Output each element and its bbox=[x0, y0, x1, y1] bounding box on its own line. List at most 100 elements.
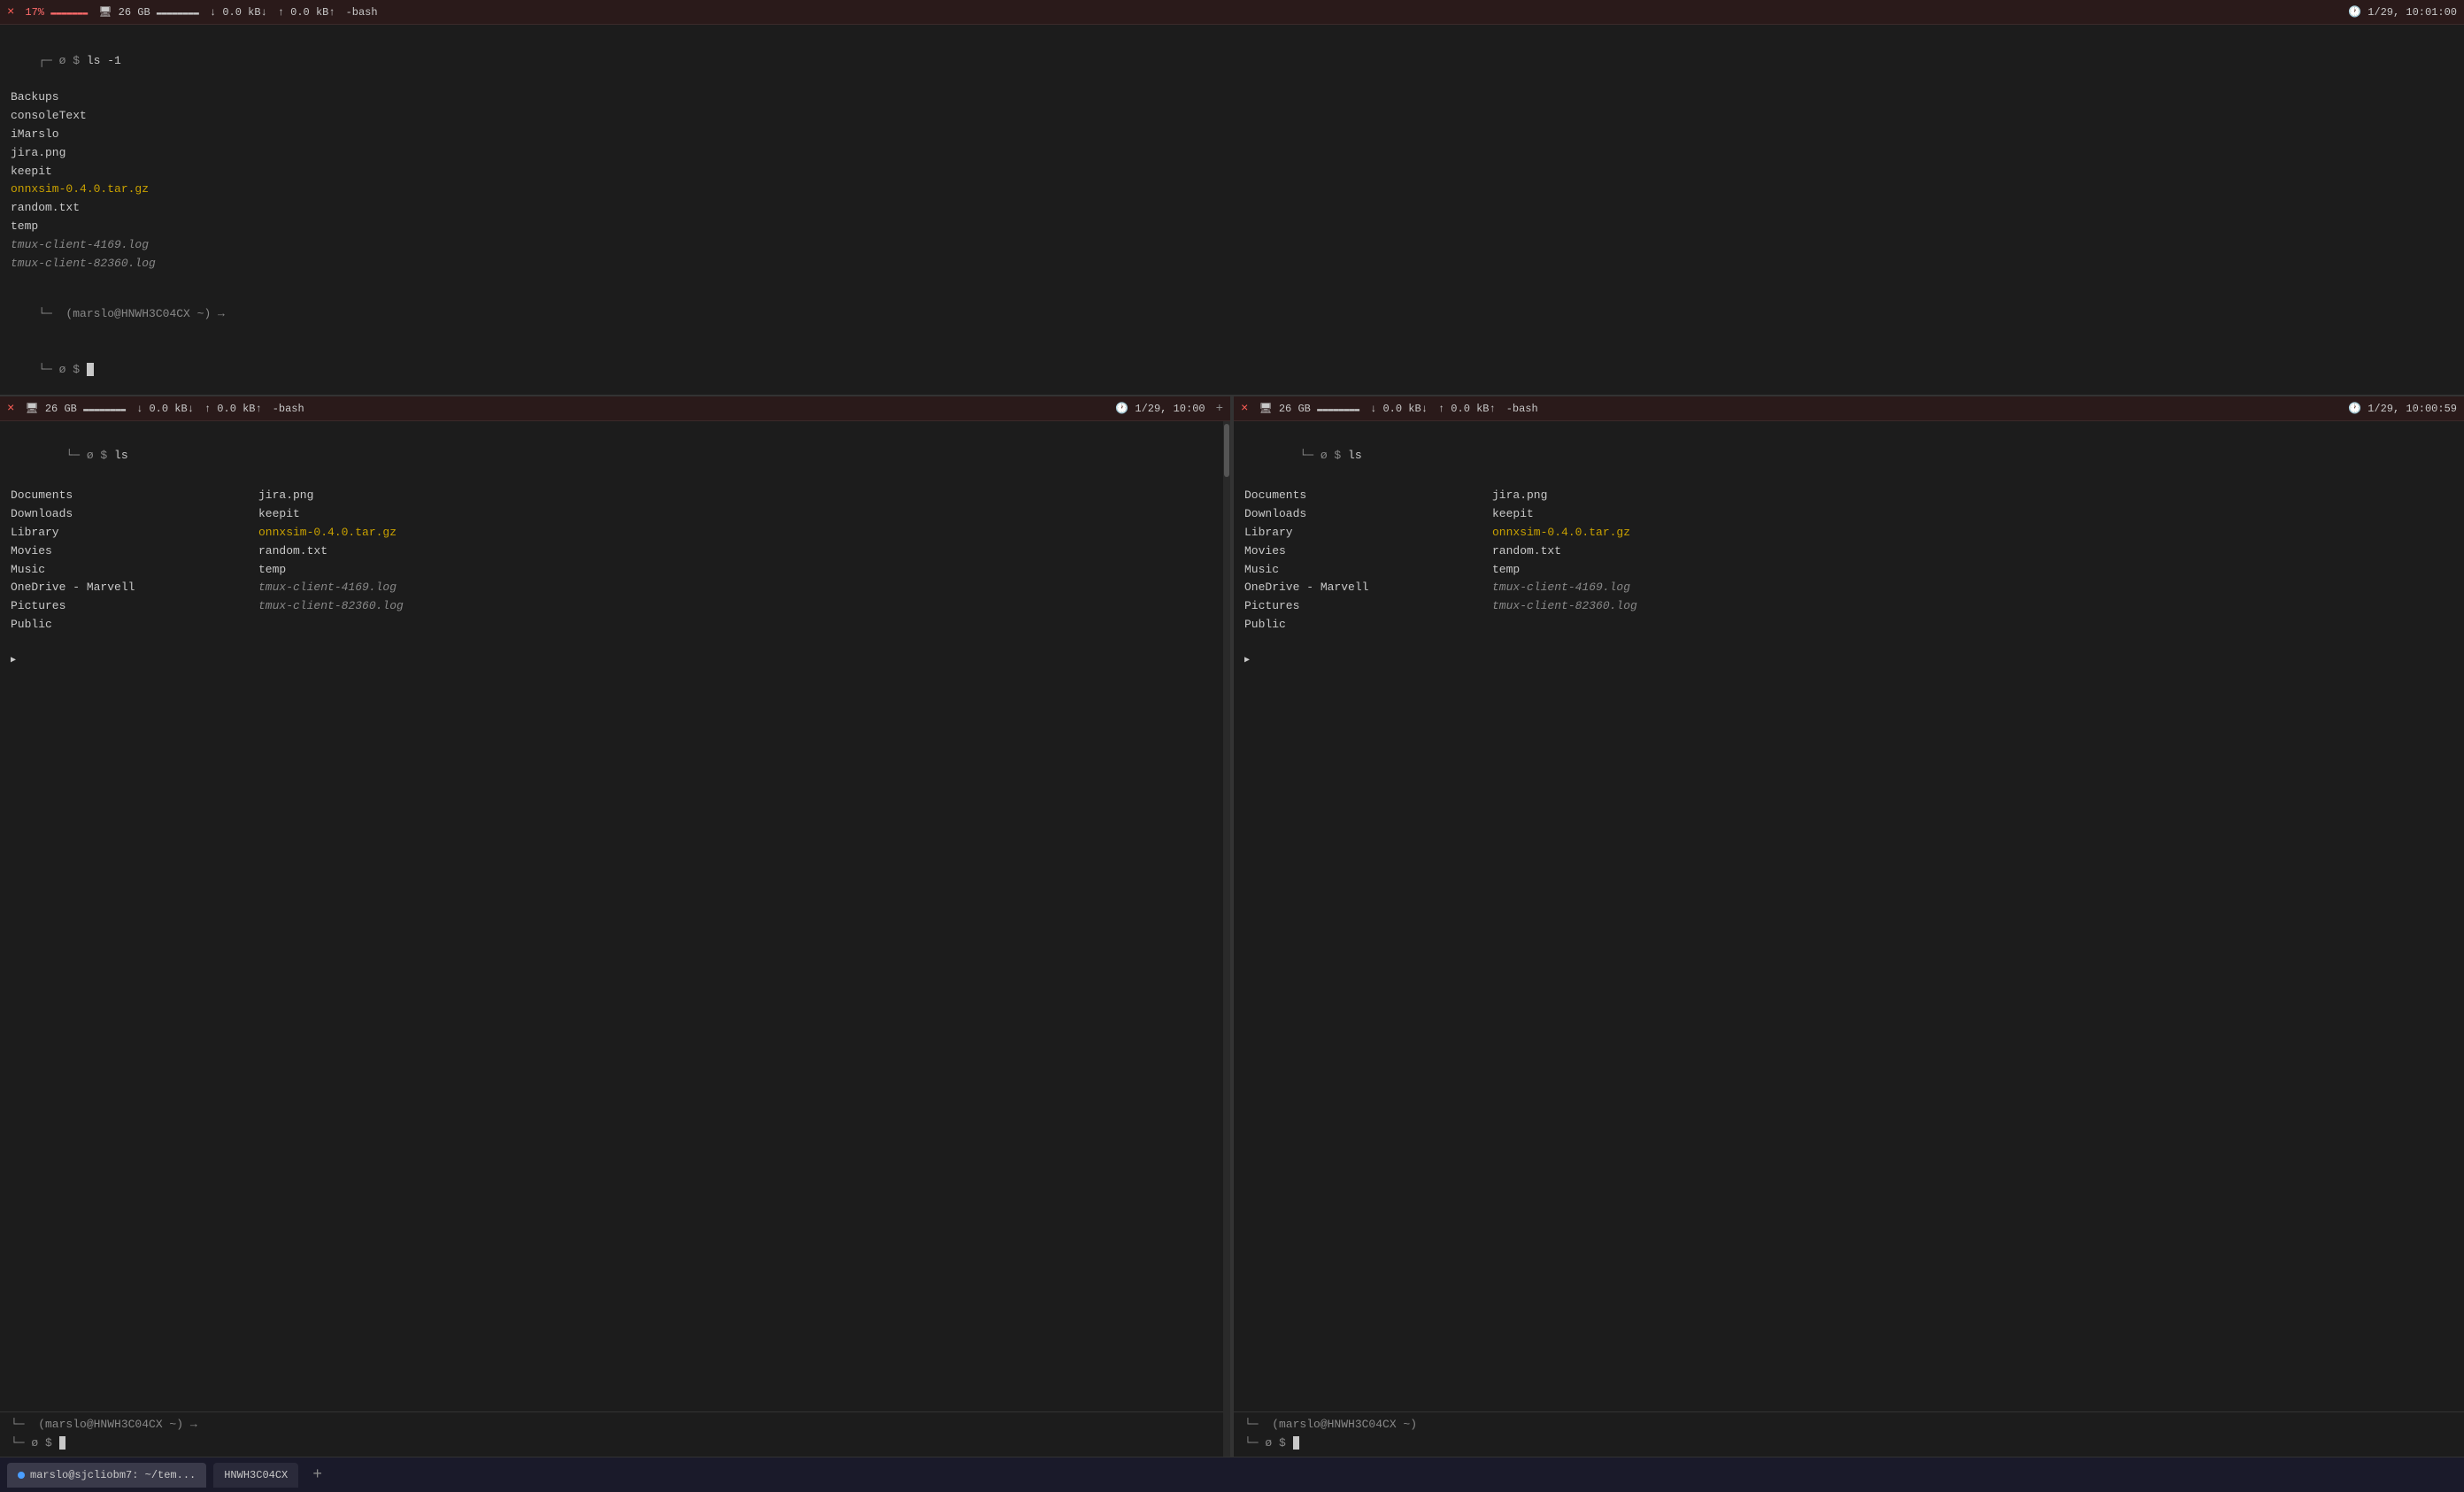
left-prompt2: └─ ø $ bbox=[11, 1434, 1220, 1453]
tab-1-label: marslo@sjcliobm7: ~/tem... bbox=[30, 1469, 196, 1481]
net-up-value: 0.0 kB↑ bbox=[290, 6, 335, 19]
right-file-pictures: Pictures bbox=[1244, 597, 1492, 616]
prompt-line-1: └─ (marslo@HNWH3C04CX ~) → bbox=[11, 287, 2453, 342]
net-down-indicator: ↓ 0.0 kB↓ bbox=[210, 6, 267, 19]
top-bar: × 17% ▬▬▬▬▬▬▬ 🖥 26 GB ▬▬▬▬▬▬▬▬ ↓ 0.0 kB↓… bbox=[0, 0, 2464, 25]
left-file-movies: Movies bbox=[11, 542, 258, 561]
file-temp: temp bbox=[11, 218, 2453, 236]
add-tab-button[interactable]: + bbox=[305, 1466, 329, 1484]
left-col1: Documents Downloads Library Movies Music… bbox=[11, 487, 258, 634]
top-timestamp: 🕐 bbox=[2348, 6, 2368, 19]
right-file-tmuxlog1: tmux-client-4169.log bbox=[1492, 579, 2453, 597]
tab-2-label: HNWH3C04CX bbox=[224, 1469, 288, 1481]
left-file-tmuxlog2: tmux-client-82360.log bbox=[258, 597, 1220, 616]
right-net-up: ↑ 0.0 kB↑ bbox=[1438, 403, 1496, 415]
tab-2[interactable]: HNWH3C04CX bbox=[213, 1463, 298, 1488]
right-scroll-indicator: ▶ bbox=[1244, 656, 1250, 665]
right-file-public: Public bbox=[1244, 616, 1492, 634]
mem-indicator: 🖥 26 GB ▬▬▬▬▬▬▬▬ bbox=[98, 5, 199, 19]
file-consoletext: consoleText bbox=[11, 107, 2453, 126]
right-shell: -bash bbox=[1506, 403, 1538, 415]
right-file-keepit: keepit bbox=[1492, 505, 2453, 524]
right-file-onedrive: OneDrive - Marvell bbox=[1244, 579, 1492, 597]
right-file-tmuxlog2: tmux-client-82360.log bbox=[1492, 597, 2453, 616]
left-file-downloads: Downloads bbox=[11, 505, 258, 524]
shell-label: -bash bbox=[346, 6, 378, 19]
cpu-percent: 17% bbox=[25, 6, 44, 19]
left-file-onedrive: OneDrive - Marvell bbox=[11, 579, 258, 597]
left-cmd-prompt: └─ ø $ ls bbox=[11, 428, 1220, 483]
left-file-documents: Documents bbox=[11, 487, 258, 505]
left-scroll-indicator: ▶ bbox=[11, 656, 16, 665]
right-file-movies: Movies bbox=[1244, 542, 1492, 561]
file-onnxsim: onnxsim-0.4.0.tar.gz bbox=[11, 181, 2453, 199]
right-file-onnxsim: onnxsim-0.4.0.tar.gz bbox=[1492, 524, 2453, 542]
file-tmuxlog1: tmux-client-4169.log bbox=[11, 236, 2453, 255]
right-file-library: Library bbox=[1244, 524, 1492, 542]
left-file-random: random.txt bbox=[258, 542, 1220, 561]
right-pane-topbar: × 🖥 26 GB ▬▬▬▬▬▬▬▬ ↓ 0.0 kB↓ ↑ 0.0 kB↑ -… bbox=[1234, 396, 2464, 421]
left-file-music: Music bbox=[11, 561, 258, 580]
right-prompt2: └─ ø $ bbox=[1244, 1434, 2453, 1453]
file-imarslo: iMarslo bbox=[11, 126, 2453, 144]
right-close-btn[interactable]: × bbox=[1241, 402, 1248, 416]
right-file-temp: temp bbox=[1492, 561, 2453, 580]
main-terminal: ┌─ ø $ ls -1 Backups consoleText iMarslo… bbox=[0, 25, 2464, 396]
mem-bar: ▬▬▬▬▬▬▬▬ bbox=[157, 9, 199, 19]
file-jirapng: jira.png bbox=[11, 144, 2453, 163]
file-keepit: keepit bbox=[11, 163, 2453, 181]
left-pane-bottom: └─ (marslo@HNWH3C04CX ~) → └─ ø $ bbox=[0, 1411, 1230, 1457]
left-net-up: ↑ 0.0 kB↑ bbox=[204, 403, 262, 415]
left-file-jirapng: jira.png bbox=[258, 487, 1220, 505]
left-file-pictures: Pictures bbox=[11, 597, 258, 616]
file-tmuxlog2: tmux-client-82360.log bbox=[11, 255, 2453, 273]
cursor bbox=[87, 363, 94, 376]
right-net-down: ↓ 0.0 kB↓ bbox=[1370, 403, 1428, 415]
left-prompt1: └─ (marslo@HNWH3C04CX ~) → bbox=[11, 1416, 1220, 1434]
cpu-bar: ▬▬▬▬▬▬▬ bbox=[50, 9, 88, 19]
right-col1: Documents Downloads Library Movies Music… bbox=[1244, 487, 1492, 634]
left-col2: jira.png keepit onnxsim-0.4.0.tar.gz ran… bbox=[258, 487, 1220, 634]
net-up-indicator: ↑ 0.0 kB↑ bbox=[278, 6, 335, 19]
left-net-down: ↓ 0.0 kB↓ bbox=[136, 403, 194, 415]
net-down-value: 0.0 kB↓ bbox=[222, 6, 266, 19]
prompt-line-2: └─ ø $ bbox=[11, 342, 2453, 396]
right-file-jirapng: jira.png bbox=[1492, 487, 2453, 505]
right-pane-content: └─ ø $ ls Documents Downloads Library Mo… bbox=[1234, 421, 2464, 1411]
left-timestamp: 🕐 1/29, 10:00 bbox=[1115, 402, 1205, 415]
right-prompt1: └─ (marslo@HNWH3C04CX ~) bbox=[1244, 1416, 2453, 1434]
right-timestamp: 🕐 1/29, 10:00:59 bbox=[2348, 402, 2457, 415]
cmd-line: ┌─ ø $ ls -1 bbox=[11, 34, 2453, 88]
right-mem: 🖥 26 GB ▬▬▬▬▬▬▬▬ bbox=[1259, 402, 1359, 415]
right-pane-bottom: └─ (marslo@HNWH3C04CX ~) └─ ø $ bbox=[1234, 1411, 2464, 1457]
top-timestamp-value: 1/29, 10:01:00 bbox=[2368, 6, 2457, 19]
right-file-documents: Documents bbox=[1244, 487, 1492, 505]
right-file-downloads: Downloads bbox=[1244, 505, 1492, 524]
right-cmd-prompt: └─ ø $ ls bbox=[1244, 428, 2453, 483]
left-shell: -bash bbox=[273, 403, 304, 415]
close-button[interactable]: × bbox=[7, 5, 14, 19]
right-file-music: Music bbox=[1244, 561, 1492, 580]
left-mem: 🖥 26 GB ▬▬▬▬▬▬▬▬ bbox=[25, 402, 126, 415]
file-randomtxt: random.txt bbox=[11, 199, 2453, 218]
left-scrollbar[interactable] bbox=[1223, 421, 1230, 1457]
tab-1[interactable]: marslo@sjcliobm7: ~/tem... bbox=[7, 1463, 206, 1488]
left-file-onnxsim: onnxsim-0.4.0.tar.gz bbox=[258, 524, 1220, 542]
left-file-tmuxlog1: tmux-client-4169.log bbox=[258, 579, 1220, 597]
split-container: × 🖥 26 GB ▬▬▬▬▬▬▬▬ ↓ 0.0 kB↓ ↑ 0.0 kB↑ -… bbox=[0, 396, 2464, 1457]
right-file-random: random.txt bbox=[1492, 542, 2453, 561]
left-file-library: Library bbox=[11, 524, 258, 542]
left-plus-btn[interactable]: + bbox=[1216, 402, 1223, 416]
right-pane: × 🖥 26 GB ▬▬▬▬▬▬▬▬ ↓ 0.0 kB↓ ↑ 0.0 kB↑ -… bbox=[1234, 396, 2464, 1457]
left-pane-topbar: × 🖥 26 GB ▬▬▬▬▬▬▬▬ ↓ 0.0 kB↓ ↑ 0.0 kB↑ -… bbox=[0, 396, 1230, 421]
file-backups: Backups bbox=[11, 88, 2453, 107]
cpu-indicator: 17% ▬▬▬▬▬▬▬ bbox=[25, 6, 88, 19]
left-file-temp: temp bbox=[258, 561, 1220, 580]
left-close-btn[interactable]: × bbox=[7, 402, 14, 416]
left-pane-content: └─ ø $ ls Documents Downloads Library Mo… bbox=[0, 421, 1230, 1411]
left-file-keepit: keepit bbox=[258, 505, 1220, 524]
tab-1-dot bbox=[18, 1472, 25, 1479]
left-file-public: Public bbox=[11, 616, 258, 634]
left-pane: × 🖥 26 GB ▬▬▬▬▬▬▬▬ ↓ 0.0 kB↓ ↑ 0.0 kB↑ -… bbox=[0, 396, 1230, 1457]
right-col2: jira.png keepit onnxsim-0.4.0.tar.gz ran… bbox=[1492, 487, 2453, 634]
